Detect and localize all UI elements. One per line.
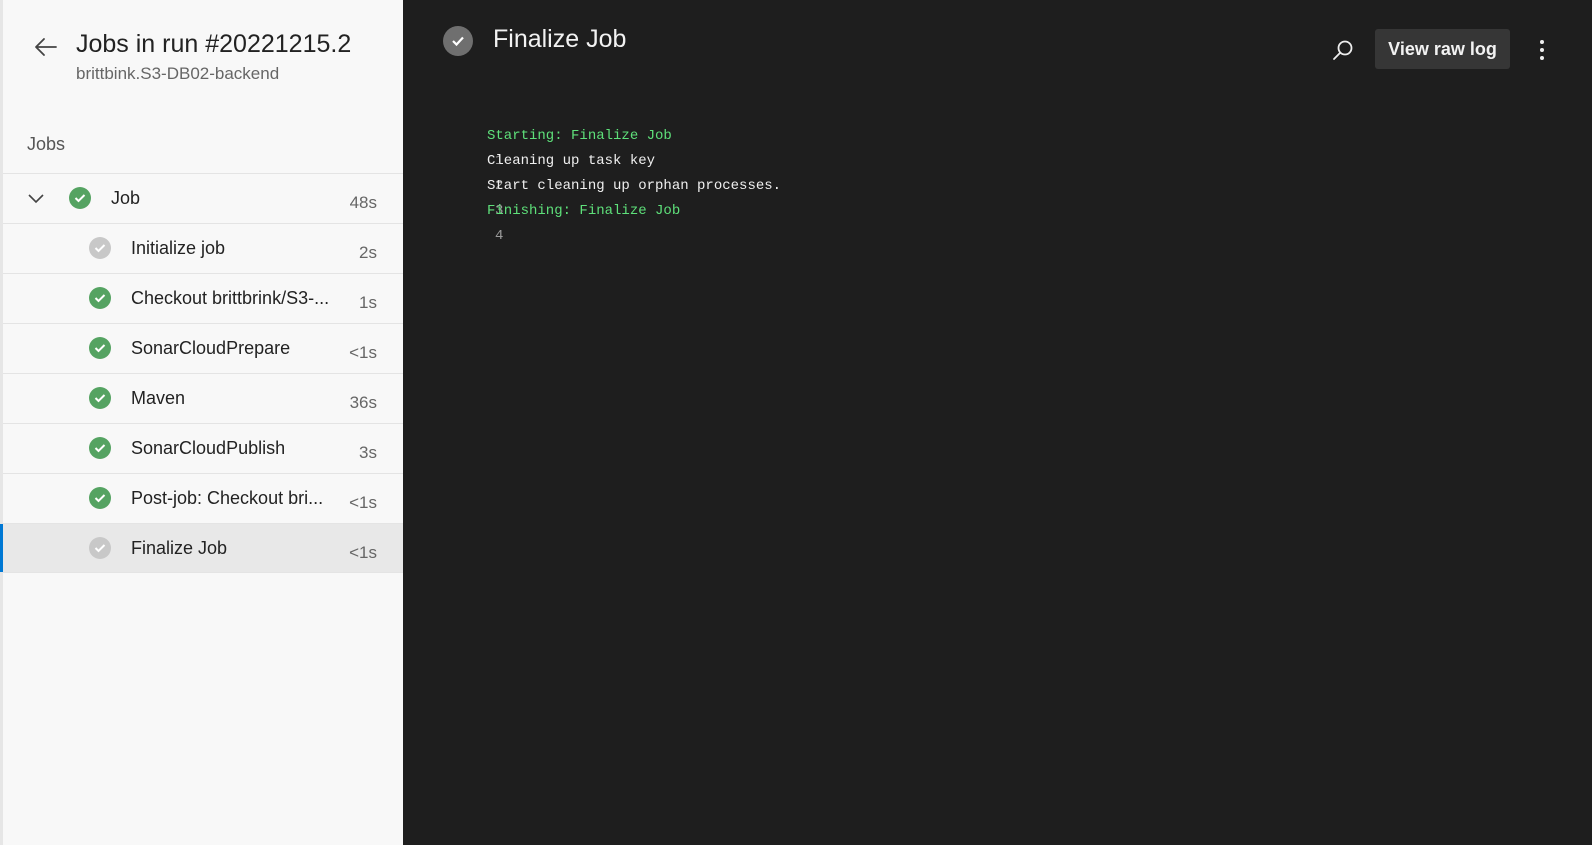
step-label: SonarCloudPublish — [131, 438, 286, 458]
job-label: Job — [111, 188, 141, 208]
log-line: 1 Starting: Finalize Job — [433, 124, 672, 169]
check-circle-icon — [89, 237, 111, 259]
search-button[interactable] — [1329, 36, 1357, 64]
page-title: Finalize Job — [493, 25, 627, 53]
job-duration: 48s — [349, 193, 377, 212]
step-finalize-job[interactable]: Finalize Job <1s — [0, 523, 403, 573]
step-label: Initialize job — [131, 238, 226, 258]
back-button[interactable] — [29, 32, 63, 62]
step-duration: <1s — [349, 343, 377, 362]
view-raw-log-button[interactable]: View raw log — [1375, 29, 1510, 69]
log-line-text: Starting: Finalize Job — [487, 128, 672, 144]
check-circle-icon — [89, 387, 111, 409]
more-options-button[interactable] — [1529, 36, 1555, 64]
check-circle-icon — [89, 437, 111, 459]
log-line: 3 Start cleaning up orphan processes. — [433, 174, 781, 219]
step-duration: 3s — [359, 443, 377, 462]
log-line-text: Start cleaning up orphan processes. — [487, 178, 782, 194]
step-maven[interactable]: Maven 36s — [3, 373, 403, 423]
step-checkout[interactable]: Checkout brittbrink/S3-... 1s — [3, 273, 403, 323]
sidebar-header: Jobs in run #20221215.2 brittbink.S3-DB0… — [3, 0, 403, 110]
step-duration: 2s — [359, 243, 377, 262]
search-icon — [1333, 40, 1353, 60]
step-sonarcloud-publish[interactable]: SonarCloudPublish 3s — [3, 423, 403, 473]
arrow-left-icon — [35, 38, 57, 56]
log-line: 4 Finishing: Finalize Job — [433, 199, 680, 244]
step-duration: <1s — [349, 493, 377, 512]
step-label: Maven — [131, 388, 186, 408]
step-label: Finalize Job — [131, 538, 228, 558]
step-post-job-checkout[interactable]: Post-job: Checkout bri... <1s — [3, 473, 403, 523]
step-label: Checkout brittbrink/S3-... — [131, 288, 330, 308]
log-line: 2 Cleaning up task key — [433, 149, 655, 194]
step-label: Post-job: Checkout bri... — [131, 488, 324, 508]
pipeline-name: brittbink.S3-DB02-backend — [76, 64, 280, 83]
step-initialize-job[interactable]: Initialize job 2s — [3, 223, 403, 273]
more-vertical-icon — [1540, 40, 1544, 60]
check-circle-icon — [89, 537, 111, 559]
run-title: Jobs in run #20221215.2 — [76, 30, 352, 58]
log-line-text: Cleaning up task key — [487, 153, 656, 169]
log-panel: Finalize Job View raw log 1 Starting: Fi… — [403, 0, 1592, 845]
step-duration: 1s — [359, 293, 377, 312]
check-circle-icon — [89, 337, 111, 359]
job-row[interactable]: Job 48s — [3, 173, 403, 223]
check-circle-icon — [443, 26, 473, 56]
chevron-down-icon[interactable] — [25, 188, 47, 210]
step-sonarcloud-prepare[interactable]: SonarCloudPrepare <1s — [3, 323, 403, 373]
step-duration: <1s — [349, 543, 377, 562]
jobs-list: Job 48s Initialize job 2s Checkout britt… — [0, 173, 403, 573]
step-duration: 36s — [349, 393, 377, 412]
log-output: 1 Starting: Finalize Job 2 Cleaning up t… — [433, 124, 781, 244]
check-circle-icon — [69, 187, 91, 209]
step-label: SonarCloudPrepare — [131, 338, 291, 358]
jobs-heading: Jobs — [27, 134, 66, 154]
jobs-sidebar: Jobs in run #20221215.2 brittbink.S3-DB0… — [0, 0, 403, 845]
check-circle-icon — [89, 487, 111, 509]
log-line-number: 4 — [495, 228, 504, 244]
log-line-text: Finishing: Finalize Job — [487, 203, 681, 219]
check-circle-icon — [89, 287, 111, 309]
